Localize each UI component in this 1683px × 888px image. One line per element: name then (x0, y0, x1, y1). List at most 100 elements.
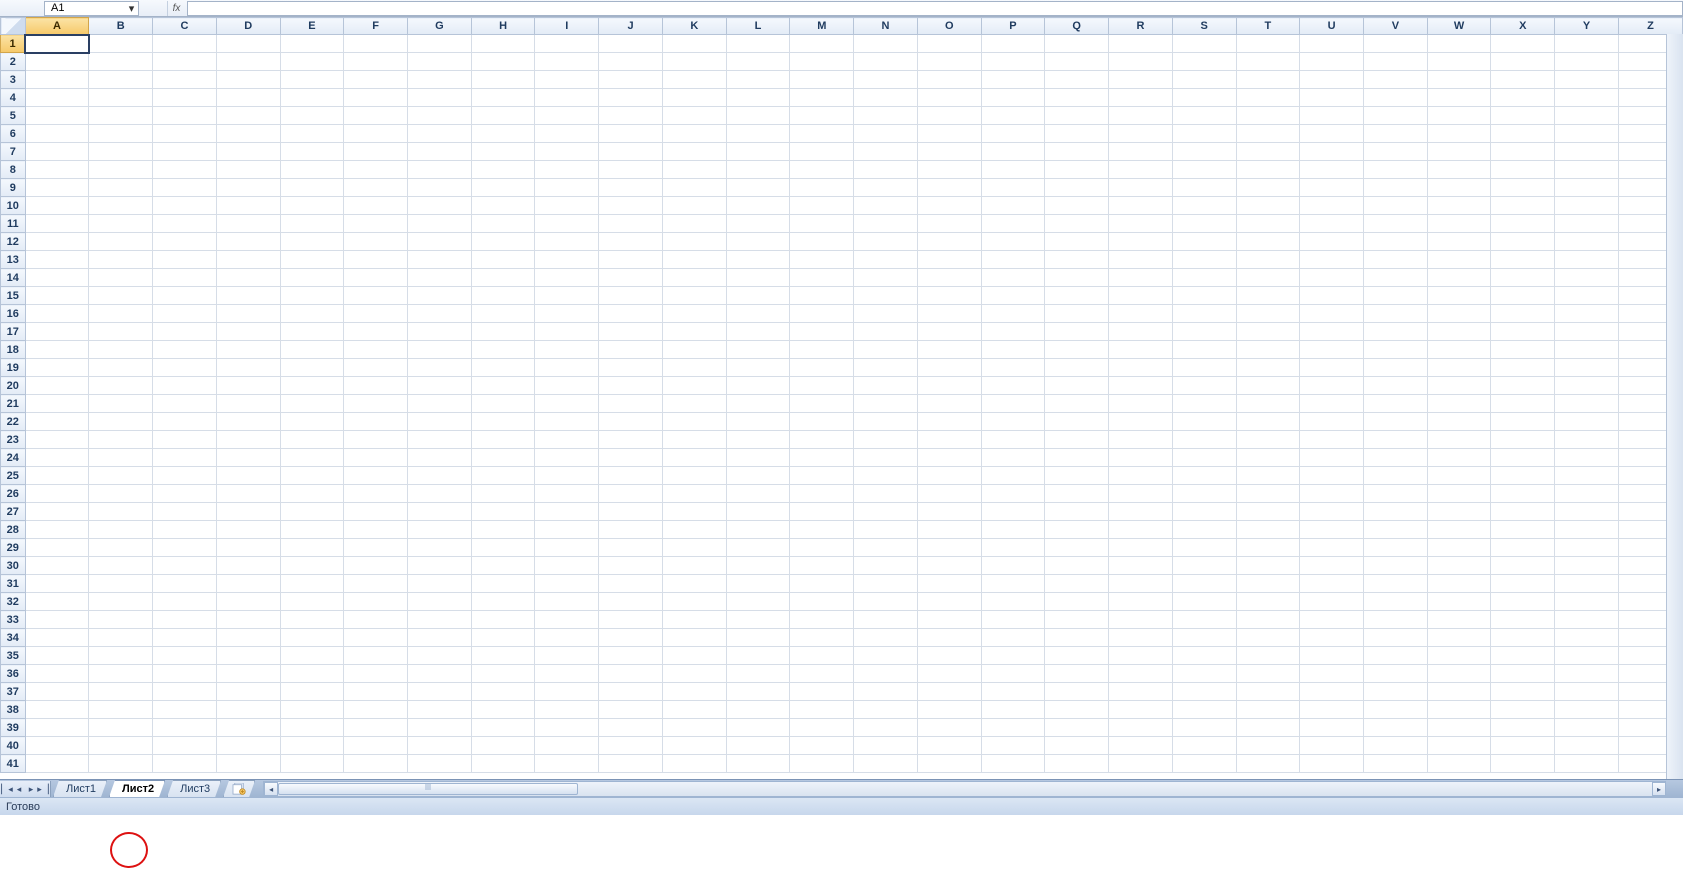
cell[interactable] (1172, 719, 1236, 737)
cell[interactable] (535, 755, 599, 773)
cell[interactable] (1109, 179, 1173, 197)
row-header[interactable]: 21 (1, 395, 26, 413)
cell[interactable] (1236, 89, 1300, 107)
row-header[interactable]: 12 (1, 233, 26, 251)
cell[interactable] (1555, 575, 1619, 593)
cell[interactable] (1491, 323, 1555, 341)
cell[interactable] (153, 413, 217, 431)
cell[interactable] (1427, 233, 1491, 251)
cell[interactable] (216, 395, 280, 413)
cell[interactable] (726, 449, 790, 467)
cell[interactable] (917, 35, 981, 53)
cell[interactable] (1364, 89, 1428, 107)
cell[interactable] (790, 755, 854, 773)
cell[interactable] (1172, 71, 1236, 89)
cell[interactable] (1172, 665, 1236, 683)
cell[interactable] (216, 305, 280, 323)
column-header[interactable]: A (25, 18, 89, 35)
cell[interactable] (89, 107, 153, 125)
cell[interactable] (790, 701, 854, 719)
cell[interactable] (535, 431, 599, 449)
cell[interactable] (1045, 377, 1109, 395)
cell[interactable] (854, 287, 918, 305)
cell[interactable] (1491, 71, 1555, 89)
cell[interactable] (408, 161, 472, 179)
cell[interactable] (1555, 53, 1619, 71)
cell[interactable] (408, 755, 472, 773)
cell[interactable] (1045, 647, 1109, 665)
cell[interactable] (1555, 449, 1619, 467)
cell[interactable] (280, 431, 344, 449)
cell[interactable] (1300, 665, 1364, 683)
cell[interactable] (408, 395, 472, 413)
cell[interactable] (1172, 89, 1236, 107)
cell[interactable] (599, 503, 663, 521)
cell[interactable] (535, 485, 599, 503)
cell[interactable] (854, 323, 918, 341)
cell[interactable] (153, 359, 217, 377)
cell[interactable] (216, 359, 280, 377)
column-header[interactable]: Z (1618, 18, 1682, 35)
cell[interactable] (1300, 71, 1364, 89)
cell[interactable] (1555, 251, 1619, 269)
cell[interactable] (1172, 557, 1236, 575)
cell[interactable] (854, 611, 918, 629)
cell[interactable] (216, 35, 280, 53)
cell[interactable] (1045, 593, 1109, 611)
cell[interactable] (1364, 287, 1428, 305)
cell[interactable] (1172, 485, 1236, 503)
cell[interactable] (153, 35, 217, 53)
row-header[interactable]: 32 (1, 593, 26, 611)
cell[interactable] (280, 755, 344, 773)
row-header[interactable]: 11 (1, 215, 26, 233)
cell[interactable] (1109, 557, 1173, 575)
cell[interactable] (1109, 287, 1173, 305)
cell[interactable] (344, 539, 408, 557)
cell[interactable] (1555, 179, 1619, 197)
cell[interactable] (344, 521, 408, 539)
cell[interactable] (89, 395, 153, 413)
cell[interactable] (599, 161, 663, 179)
cell[interactable] (1109, 467, 1173, 485)
cell[interactable] (1555, 539, 1619, 557)
row-header[interactable]: 29 (1, 539, 26, 557)
cell[interactable] (726, 125, 790, 143)
cell[interactable] (535, 359, 599, 377)
column-header[interactable]: P (981, 18, 1045, 35)
cell[interactable] (726, 359, 790, 377)
cell[interactable] (1300, 305, 1364, 323)
cell[interactable] (726, 521, 790, 539)
cell[interactable] (471, 395, 535, 413)
cell[interactable] (1300, 251, 1364, 269)
cell[interactable] (535, 593, 599, 611)
cell[interactable] (1236, 251, 1300, 269)
cell[interactable] (726, 395, 790, 413)
sheet-nav-last-icon[interactable]: ▸▕ (38, 783, 48, 795)
cell[interactable] (280, 629, 344, 647)
cell[interactable] (854, 539, 918, 557)
cell[interactable] (471, 341, 535, 359)
cell[interactable] (917, 719, 981, 737)
cell[interactable] (1300, 89, 1364, 107)
cell[interactable] (1172, 593, 1236, 611)
cell[interactable] (1364, 53, 1428, 71)
cell[interactable] (1427, 701, 1491, 719)
cell[interactable] (1364, 305, 1428, 323)
cell[interactable] (1109, 521, 1173, 539)
cell[interactable] (1491, 539, 1555, 557)
cell[interactable] (1172, 197, 1236, 215)
cell[interactable] (1364, 521, 1428, 539)
cell[interactable] (1491, 557, 1555, 575)
cell[interactable] (344, 449, 408, 467)
cell[interactable] (408, 89, 472, 107)
cell[interactable] (25, 53, 89, 71)
cell[interactable] (790, 665, 854, 683)
cell[interactable] (471, 287, 535, 305)
cell[interactable] (599, 701, 663, 719)
cell[interactable] (25, 737, 89, 755)
cell[interactable] (344, 143, 408, 161)
cell[interactable] (408, 125, 472, 143)
cell[interactable] (280, 287, 344, 305)
cell[interactable] (1427, 197, 1491, 215)
cell[interactable] (1555, 611, 1619, 629)
